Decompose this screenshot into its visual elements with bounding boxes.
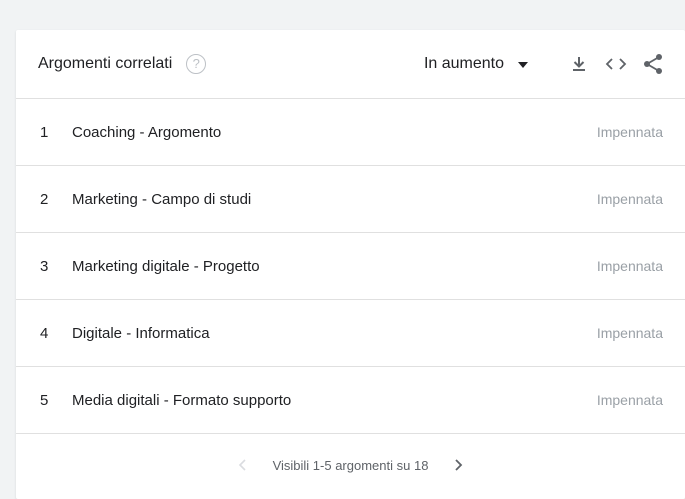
topic-value: Impennata <box>596 392 663 408</box>
topic-label[interactable]: Marketing digitale - Progetto <box>72 258 597 275</box>
topic-row[interactable]: 3 Marketing digitale - Progetto Impennat… <box>16 233 685 300</box>
topic-value: Impennata <box>596 191 663 207</box>
topic-value: Impennata <box>596 325 663 341</box>
share-button[interactable] <box>639 50 667 78</box>
topic-value: Impennata <box>596 258 663 274</box>
share-icon <box>644 54 662 74</box>
chevron-right-icon <box>455 459 463 471</box>
topic-rank: 1 <box>40 123 49 141</box>
topic-row[interactable]: 5 Media digitali - Formato supporto Impe… <box>16 367 685 434</box>
previous-page-button[interactable] <box>231 453 255 477</box>
embed-code-icon <box>605 58 627 70</box>
topic-row[interactable]: 4 Digitale - Informatica Impennata <box>16 300 685 367</box>
chevron-left-icon <box>238 459 246 471</box>
download-icon <box>573 57 585 71</box>
title-group: Argomenti correlati ? <box>38 54 207 74</box>
next-page-button[interactable] <box>446 453 470 477</box>
help-circle-icon[interactable]: ? <box>186 54 207 74</box>
topic-rank: 5 <box>40 391 49 409</box>
sort-dropdown[interactable]: In aumento <box>424 55 528 73</box>
topic-row[interactable]: 1 Coaching - Argomento Impennata <box>16 99 685 166</box>
topic-label[interactable]: Coaching - Argomento <box>72 124 597 141</box>
sort-dropdown-label: In aumento <box>423 55 504 72</box>
header-controls: In aumento <box>424 50 667 78</box>
embed-button[interactable] <box>602 50 630 78</box>
topic-row[interactable]: 2 Marketing - Campo di studi Impennata <box>16 166 685 233</box>
caret-down-icon <box>518 62 528 68</box>
topic-label[interactable]: Media digitali - Formato supporto <box>72 392 597 409</box>
pagination: Visibili 1-5 argomenti su 18 <box>16 434 685 496</box>
card-title: Argomenti correlati <box>38 55 173 72</box>
download-button[interactable] <box>565 50 593 78</box>
topic-value: Impennata <box>596 124 663 140</box>
topic-rank: 4 <box>40 324 49 342</box>
topic-rank: 2 <box>40 190 49 208</box>
related-topics-card: Argomenti correlati ? In aumento 1 Coach… <box>16 30 685 499</box>
topic-rank: 3 <box>40 257 49 275</box>
card-header: Argomenti correlati ? In aumento <box>16 30 685 99</box>
topic-label[interactable]: Digitale - Informatica <box>72 325 597 342</box>
topic-label[interactable]: Marketing - Campo di studi <box>72 191 597 208</box>
pagination-text: Visibili 1-5 argomenti su 18 <box>272 457 429 473</box>
